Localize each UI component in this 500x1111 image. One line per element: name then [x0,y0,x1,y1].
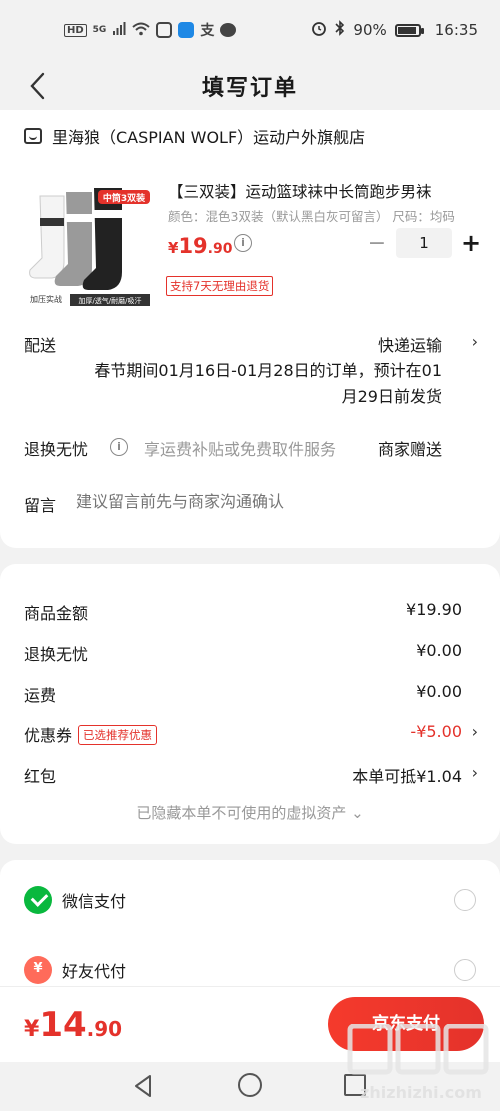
return-info-icon[interactable]: i [110,438,128,456]
return-fee-row: 退换无忧 ¥0.00 [24,641,462,665]
delivery-chevron-icon[interactable]: › [472,332,478,351]
signal-icon [112,21,126,39]
delivery-method[interactable]: 快递运输 [378,332,442,356]
goods-amount-label: 商品金额 [24,604,89,623]
delivery-note: 春节期间01月16日-01月28日的订单，预计在01月29日前发货 [94,361,442,406]
quantity-field[interactable]: 1 [396,228,452,258]
return-policy-tag: 支持7天无理由退货 [166,276,274,296]
shop-row[interactable]: 里海狼（CASPIAN WOLF）运动户外旗舰店 [24,124,365,148]
price-decimal: .90 [207,241,233,257]
header: 填写订单 [0,62,500,110]
status-left-icons: HD 5G 支 [64,20,237,40]
image-caption: 加压实战 [30,294,62,304]
coupon-row[interactable]: 优惠券 已选推荐优惠 -¥5.00 [24,722,462,746]
friend-pay-label: 好友代付 [62,962,127,981]
total-symbol: ¥ [24,1017,40,1042]
wechat-pay-option[interactable]: 微信支付 [24,880,476,920]
friend-pay-option[interactable]: 好友代付 [24,950,476,990]
status-bar: HD 5G 支 90% 16:35 [0,0,500,62]
product-price: ¥19.90 [168,234,232,258]
return-service-desc: 享运费补贴或免费取件服务 [144,440,337,459]
network-icon: 5G [92,25,107,35]
store-icon [24,128,42,144]
nav-back-icon[interactable] [130,1072,158,1100]
coupon-badge: 已选推荐优惠 [78,725,158,745]
wifi-icon [132,22,150,39]
coupon-value: -¥5.00 [410,722,462,741]
battery-percent: 90% [353,21,387,39]
return-fee-label: 退换无忧 [24,645,89,664]
goods-amount-row: 商品金额 ¥19.90 [24,600,462,624]
remark-input[interactable] [76,492,476,511]
price-integer: 19 [178,234,208,258]
order-card: 里海狼（CASPIAN WOLF）运动户外旗舰店 中筒3双装 加压实战 加厚/透… [0,110,500,548]
product-spec[interactable]: 颜色：混色3双装（默认黑白灰可留言） 尺码：均码 [168,206,478,225]
redpack-value: 本单可抵¥1.04 [352,767,462,786]
friend-pay-radio[interactable] [454,959,476,981]
shop-name: 里海狼（CASPIAN WOLF）运动户外旗舰店 [52,128,366,147]
svg-text:zhizhizhi.com: zhizhizhi.com [360,1083,482,1102]
total-decimal: .90 [86,1017,123,1041]
hd-icon: HD [64,23,87,37]
price-info-icon[interactable]: i [234,234,252,252]
increase-button[interactable]: + [456,229,486,257]
coupon-label: 优惠券 [24,726,73,745]
shipping-row: 运费 ¥0.00 [24,682,462,706]
delivery-label: 配送 [24,336,57,355]
quantity-stepper: − 1 + [362,228,486,258]
remark-label: 留言 [24,496,57,515]
watermark-logo: zhizhizhi.com [346,1023,496,1108]
price-symbol: ¥ [168,239,179,257]
shipping-label: 运费 [24,686,57,705]
return-fee-value: ¥0.00 [416,641,462,660]
product-title[interactable]: 【三双装】运动篮球袜中长筒跑步男袜 [168,180,478,202]
image-badge: 中筒3双装 [103,192,146,204]
wechat-pay-label: 微信支付 [62,892,127,911]
bluetooth-icon [335,20,345,40]
product-image[interactable]: 中筒3双装 加压实战 加厚/透气/耐磨/吸汗 [24,178,156,310]
hidden-assets-toggle[interactable]: 已隐藏本单不可使用的虚拟资产 ⌄ [0,802,500,823]
friend-pay-icon [24,956,52,984]
app-icon [156,22,173,38]
goods-amount-value: ¥19.90 [406,600,462,619]
page-title: 填写订单 [201,76,298,101]
return-service-label: 退换无忧 [24,440,89,459]
order-card-body: 里海狼（CASPIAN WOLF）运动户外旗舰店 中筒3双装 加压实战 加厚/透… [0,110,500,548]
image-caption-features: 加厚/透气/耐磨/吸汗 [78,296,141,305]
total-integer: 14 [39,1005,87,1045]
clock: 16:35 [434,21,478,39]
decrease-button[interactable]: − [362,231,392,256]
summary-card: 商品金额 ¥19.90 退换无忧 ¥0.00 运费 ¥0.00 优惠券 已选推荐优… [0,564,500,844]
return-service-value: 商家赠送 [377,440,442,459]
total-price: ¥14.90 [24,1005,122,1045]
status-right: 90% 16:35 [311,20,478,40]
wechat-pay-radio[interactable] [454,889,476,911]
chat-icon [220,23,237,37]
redpack-row[interactable]: 红包 本单可抵¥1.04 [24,763,462,787]
alarm-icon [311,20,327,40]
nav-home-icon[interactable] [238,1073,262,1097]
redpack-chevron-icon[interactable]: › [472,763,478,782]
coupon-chevron-icon[interactable]: › [472,722,478,741]
alipay-icon: 支 [200,23,215,39]
wechat-pay-icon [24,886,52,914]
redpack-label: 红包 [24,767,57,786]
shipping-value: ¥0.00 [416,682,462,701]
app-icon [178,22,195,38]
battery-icon [394,23,424,37]
